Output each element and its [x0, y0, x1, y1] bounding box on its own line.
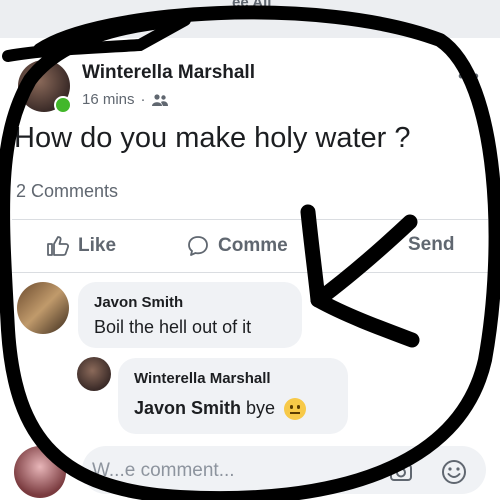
comment-label: Comme	[218, 235, 288, 256]
camera-icon[interactable]	[388, 458, 414, 484]
post-meta: 16 mins ·	[82, 91, 168, 108]
comment-bubble-2: Winterella Marshall Javon Smith bye	[118, 358, 348, 434]
see-all-link[interactable]: ee All	[232, 0, 271, 11]
friends-icon	[151, 93, 168, 106]
reply-avatar-winterella[interactable]	[77, 357, 111, 391]
reply-author-name[interactable]: Winterella Marshall	[134, 370, 271, 387]
emoji-picker-icon[interactable]	[440, 458, 468, 486]
top-strip: ee All	[0, 0, 500, 38]
like-button[interactable]: Like	[46, 234, 116, 258]
divider-top	[12, 219, 488, 220]
comment-avatar-javon[interactable]	[17, 282, 69, 334]
comment-icon	[188, 236, 208, 256]
online-status-dot	[54, 96, 72, 114]
comment-button[interactable]: Comme	[186, 234, 288, 258]
reply-mention[interactable]: Javon Smith	[134, 398, 241, 418]
post-time[interactable]: 16 mins	[82, 91, 135, 108]
like-icon	[47, 236, 70, 256]
divider-bottom	[12, 272, 488, 273]
send-button[interactable]: Send	[408, 234, 454, 256]
post-author-name[interactable]: Winterella Marshall	[82, 62, 255, 84]
send-label: Send	[408, 234, 455, 255]
more-options-icon[interactable]: •••	[458, 66, 480, 87]
comment-text: Boil the hell out of it	[94, 317, 252, 337]
like-label: Like	[78, 235, 117, 256]
meta-separator: ·	[140, 91, 146, 108]
current-user-avatar[interactable]	[14, 446, 66, 498]
reply-message: bye	[246, 398, 276, 418]
comment-input-placeholder: W...e comment...	[92, 460, 235, 481]
frowning-emoji-icon	[284, 398, 307, 421]
comment-bubble-1: Javon Smith Boil the hell out of it	[78, 282, 302, 348]
post-body-text: How do you make holy water ?	[14, 122, 411, 154]
comment-count[interactable]: 2 Comments	[16, 181, 118, 202]
comment-author-name[interactable]: Javon Smith	[94, 294, 183, 311]
reply-text: Javon Smith bye	[134, 398, 307, 421]
